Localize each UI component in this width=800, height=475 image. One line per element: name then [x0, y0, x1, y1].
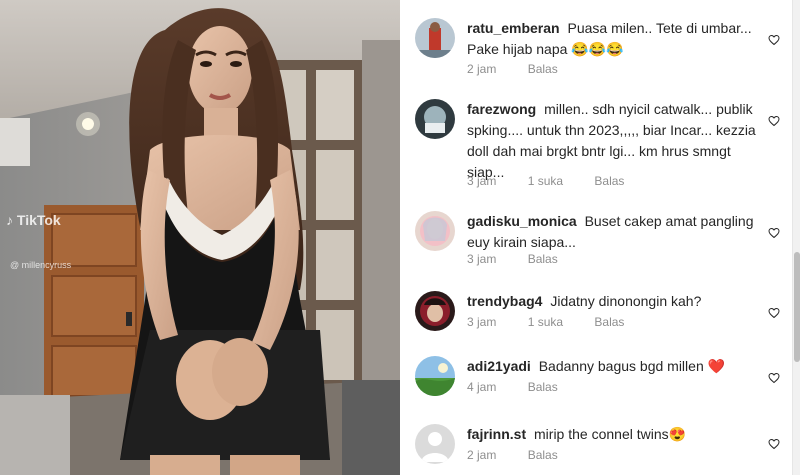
- tiktok-logo-icon: ♪: [6, 212, 13, 228]
- tiktok-watermark: ♪ TikTok: [6, 212, 61, 228]
- scrollbar[interactable]: [792, 0, 800, 475]
- comment-text-block: farezwong millen.. sdh nyicil catwalk...…: [467, 99, 760, 183]
- comment-text-block: ratu_emberan Puasa milen.. Tete di umbar…: [467, 18, 760, 60]
- avatar[interactable]: [415, 291, 455, 331]
- person-silhouette-icon: [415, 424, 455, 464]
- heart-outline-icon[interactable]: [768, 115, 780, 127]
- avatar[interactable]: [415, 99, 455, 139]
- comment-time[interactable]: 3 jam: [467, 252, 496, 266]
- comment-username[interactable]: trendybag4: [467, 293, 542, 309]
- comment-time[interactable]: 3 jam: [467, 174, 496, 188]
- post-video-frame[interactable]: ♪ TikTok @ millencyruss: [0, 0, 400, 475]
- comment-text-block: trendybag4 Jidatny dinonongin kah?: [467, 291, 760, 312]
- tiktok-handle: @ millencyruss: [10, 260, 72, 270]
- comment-text: mirip the connel twins😍: [534, 426, 687, 442]
- heart-outline-icon[interactable]: [768, 227, 780, 239]
- comments-panel: ratu_emberan Puasa milen.. Tete di umbar…: [400, 0, 792, 475]
- avatar[interactable]: [415, 211, 455, 251]
- heart-outline-icon[interactable]: [768, 307, 780, 319]
- reply-button[interactable]: Balas: [528, 252, 558, 266]
- comment-username[interactable]: gadisku_monica: [467, 213, 577, 229]
- comment-time[interactable]: 2 jam: [467, 62, 496, 76]
- heart-outline-icon[interactable]: [768, 372, 780, 384]
- tiktok-brand-text: TikTok: [16, 212, 61, 228]
- avatar[interactable]: [415, 356, 455, 396]
- comment-time[interactable]: 2 jam: [467, 448, 496, 462]
- comment-meta: 4 jam Balas: [467, 380, 586, 394]
- avatar[interactable]: [415, 424, 455, 464]
- comment-likes[interactable]: 1 suka: [528, 315, 563, 329]
- comment-username[interactable]: adi21yadi: [467, 358, 531, 374]
- heart-outline-icon[interactable]: [768, 438, 780, 450]
- comment-time[interactable]: 4 jam: [467, 380, 496, 394]
- video-still-image: [0, 0, 400, 475]
- reply-button[interactable]: Balas: [528, 448, 558, 462]
- comment-time[interactable]: 3 jam: [467, 315, 496, 329]
- comment-meta: 2 jam Balas: [467, 62, 586, 76]
- comment-meta: 3 jam 1 suka Balas: [467, 174, 652, 188]
- comment-likes[interactable]: 1 suka: [528, 174, 563, 188]
- avatar[interactable]: [415, 18, 455, 58]
- reply-button[interactable]: Balas: [528, 62, 558, 76]
- comment-meta: 2 jam Balas: [467, 448, 586, 462]
- comment-text: Badanny bagus bgd millen ❤️: [538, 358, 726, 374]
- comment-username[interactable]: farezwong: [467, 101, 536, 117]
- comment-meta: 3 jam 1 suka Balas: [467, 315, 652, 329]
- reply-button[interactable]: Balas: [594, 174, 624, 188]
- comment-text-block: adi21yadi Badanny bagus bgd millen ❤️: [467, 356, 760, 377]
- reply-button[interactable]: Balas: [594, 315, 624, 329]
- scrollbar-thumb[interactable]: [794, 252, 800, 362]
- comment-username[interactable]: ratu_emberan: [467, 20, 560, 36]
- comment-username[interactable]: fajrinn.st: [467, 426, 526, 442]
- comment-text-block: gadisku_monica Buset cakep amat pangling…: [467, 211, 760, 253]
- comment-text-block: fajrinn.st mirip the connel twins😍: [467, 424, 760, 445]
- heart-outline-icon[interactable]: [768, 34, 780, 46]
- comment-meta: 3 jam Balas: [467, 252, 586, 266]
- comment-text: Jidatny dinonongin kah?: [550, 293, 702, 309]
- reply-button[interactable]: Balas: [528, 380, 558, 394]
